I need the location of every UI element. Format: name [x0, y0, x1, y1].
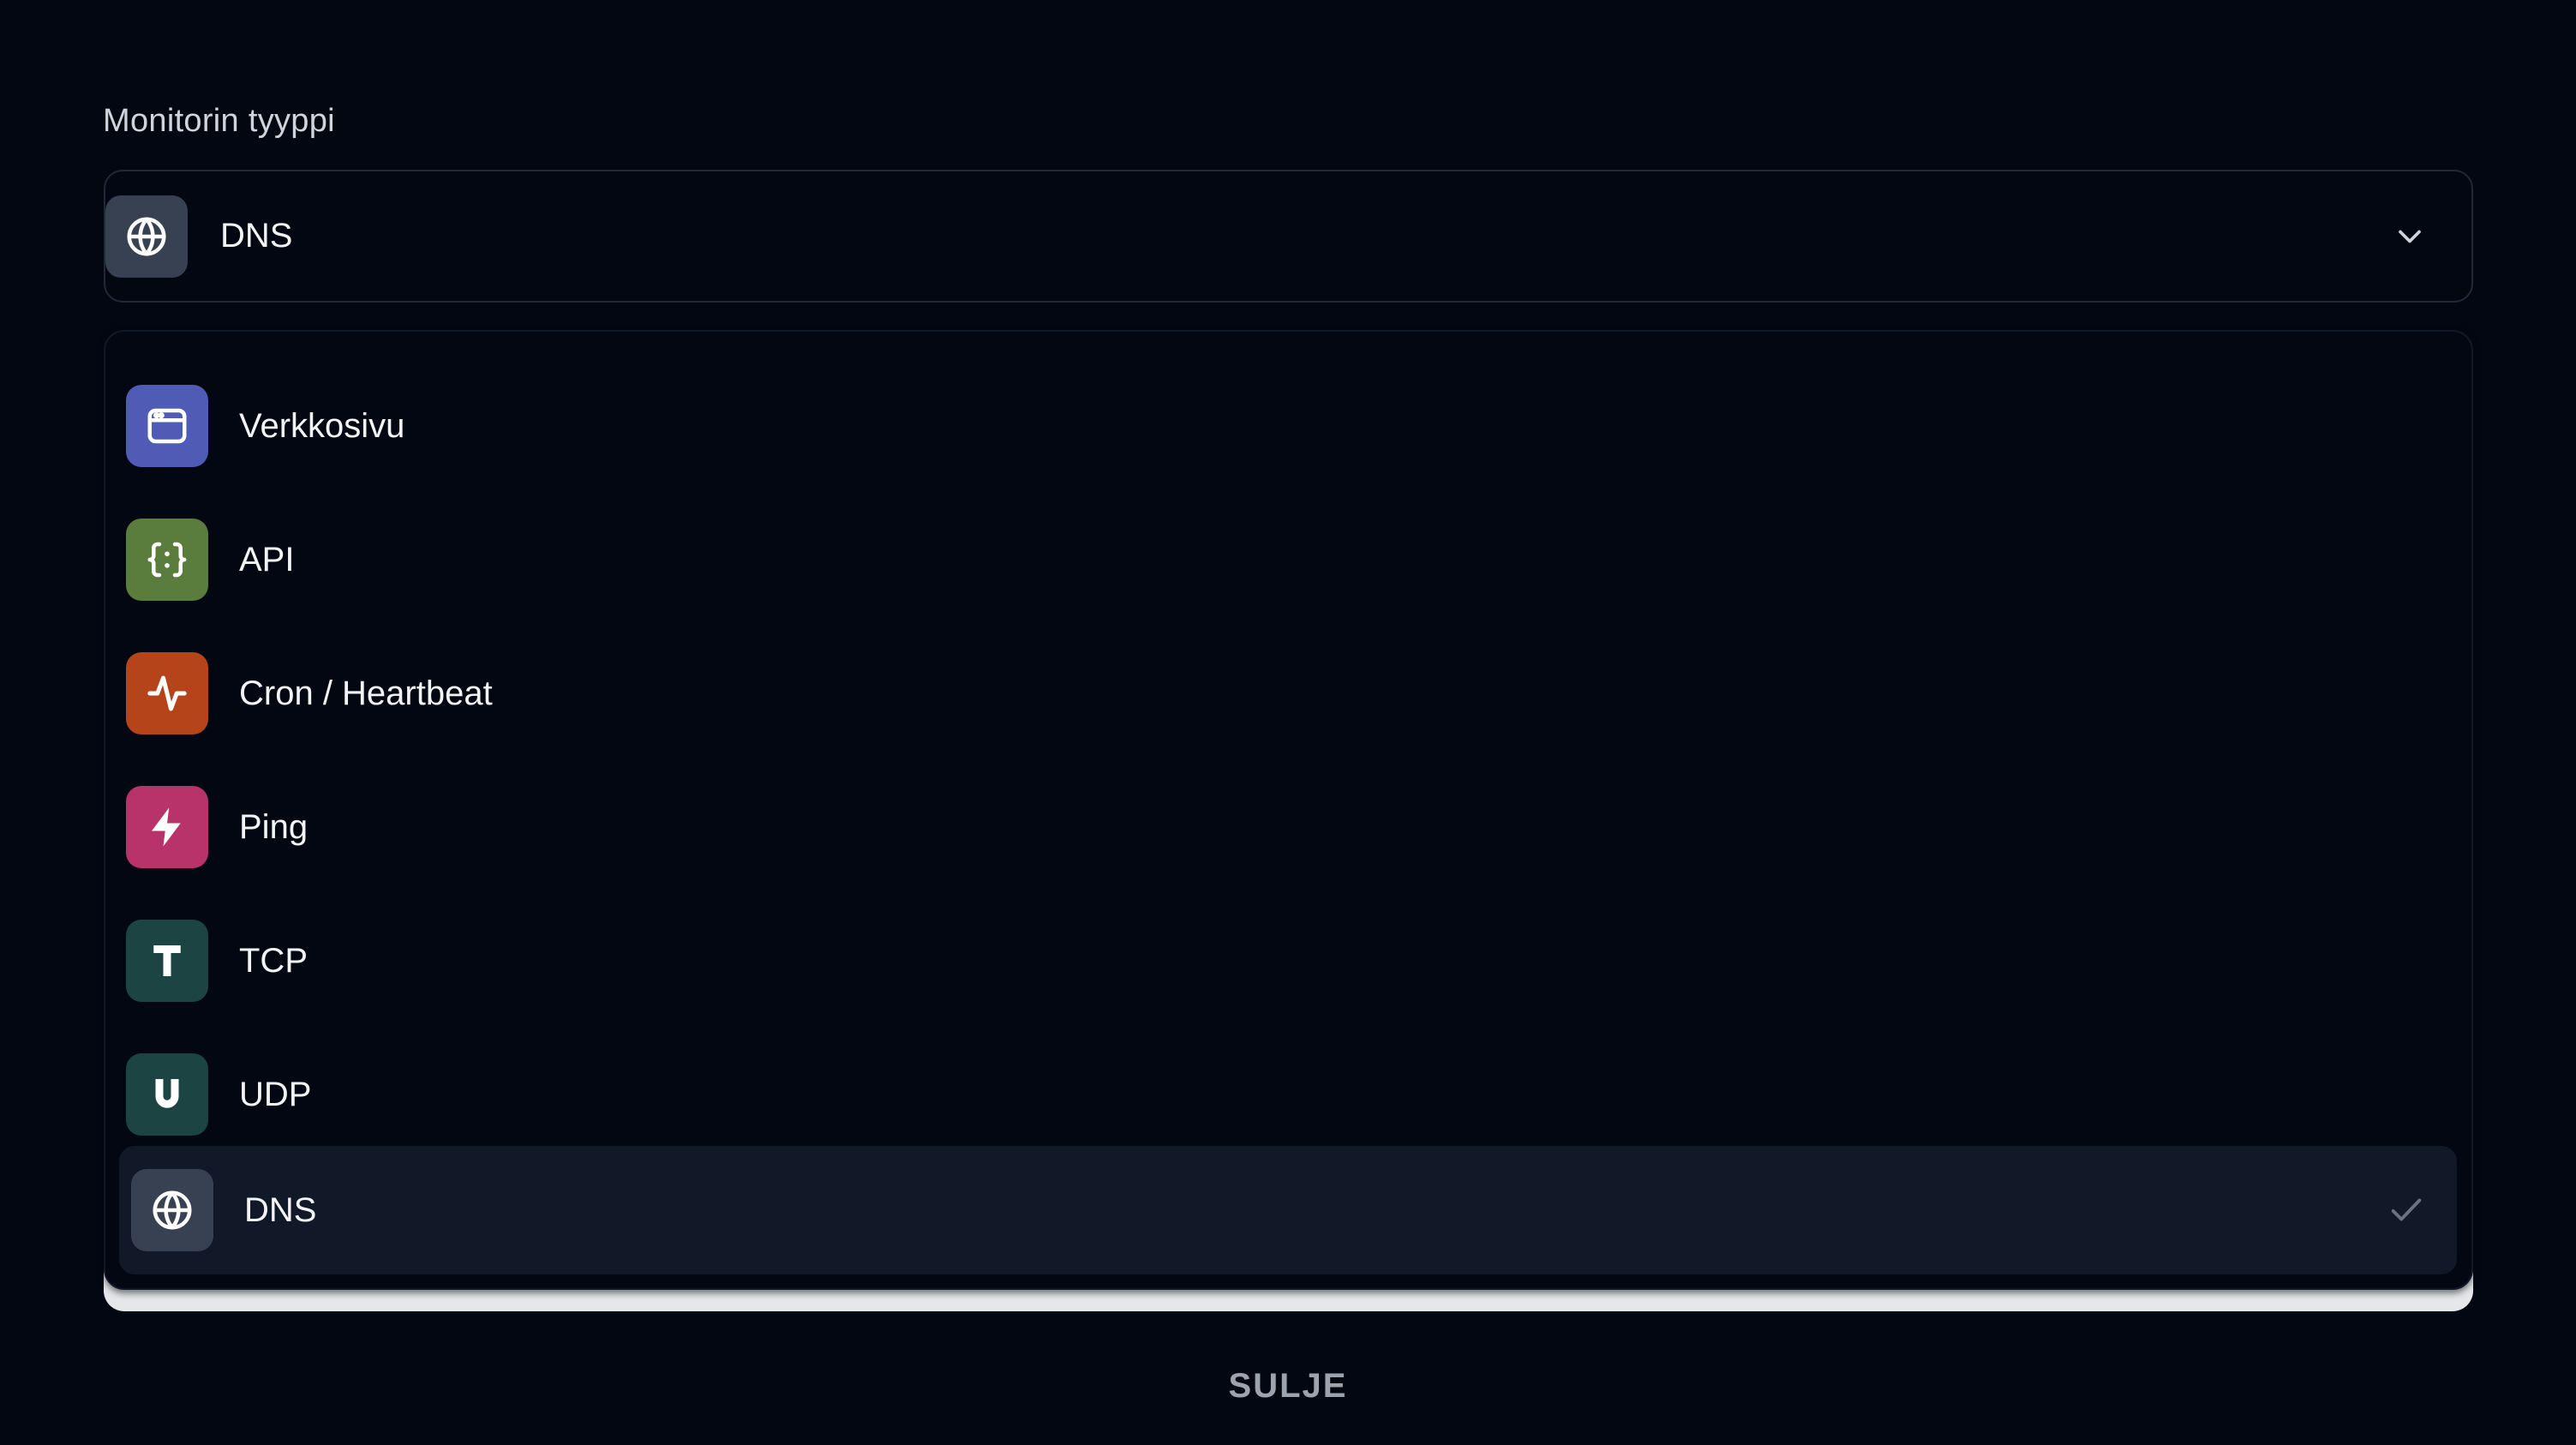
option-label: DNS [244, 1190, 317, 1229]
option-label: Cron / Heartbeat [239, 674, 493, 712]
monitor-type-select[interactable]: DNS [104, 170, 2473, 303]
browser-window-icon [126, 385, 208, 467]
monitor-type-dropdown: Verkkosivu API Cron / Heartbeat Ping TCP… [104, 330, 2473, 1290]
activity-pulse-icon [126, 652, 208, 734]
option-cron-heartbeat[interactable]: Cron / Heartbeat [126, 629, 2450, 758]
chevron-down-icon[interactable] [2391, 218, 2429, 255]
option-udp[interactable]: UDP [126, 1030, 2450, 1159]
option-api[interactable]: API [126, 495, 2450, 624]
selected-value: DNS [220, 217, 293, 255]
option-label: Verkkosivu [239, 406, 405, 445]
monitor-type-dialog: Monitorin tyyppi DNS Verkkosivu API Cron… [0, 0, 2576, 1445]
option-verkkosivu[interactable]: Verkkosivu [126, 362, 2450, 490]
letter-u-icon [126, 1053, 208, 1136]
option-label: Ping [239, 807, 309, 846]
curly-braces-icon [126, 519, 208, 601]
globe-icon [105, 195, 188, 278]
option-label: API [239, 540, 295, 579]
option-tcp[interactable]: TCP [126, 896, 2450, 1025]
option-dns[interactable]: DNS [119, 1146, 2457, 1274]
field-label: Monitorin tyyppi [103, 103, 335, 139]
option-ping[interactable]: Ping [126, 763, 2450, 891]
lightning-bolt-icon [126, 786, 208, 868]
option-label: UDP [239, 1075, 312, 1113]
letter-t-icon [126, 920, 208, 1002]
checkmark-icon [2391, 1198, 2422, 1221]
globe-icon [131, 1169, 213, 1251]
option-label: TCP [239, 941, 308, 980]
close-button[interactable]: SULJE [1185, 1363, 1391, 1409]
